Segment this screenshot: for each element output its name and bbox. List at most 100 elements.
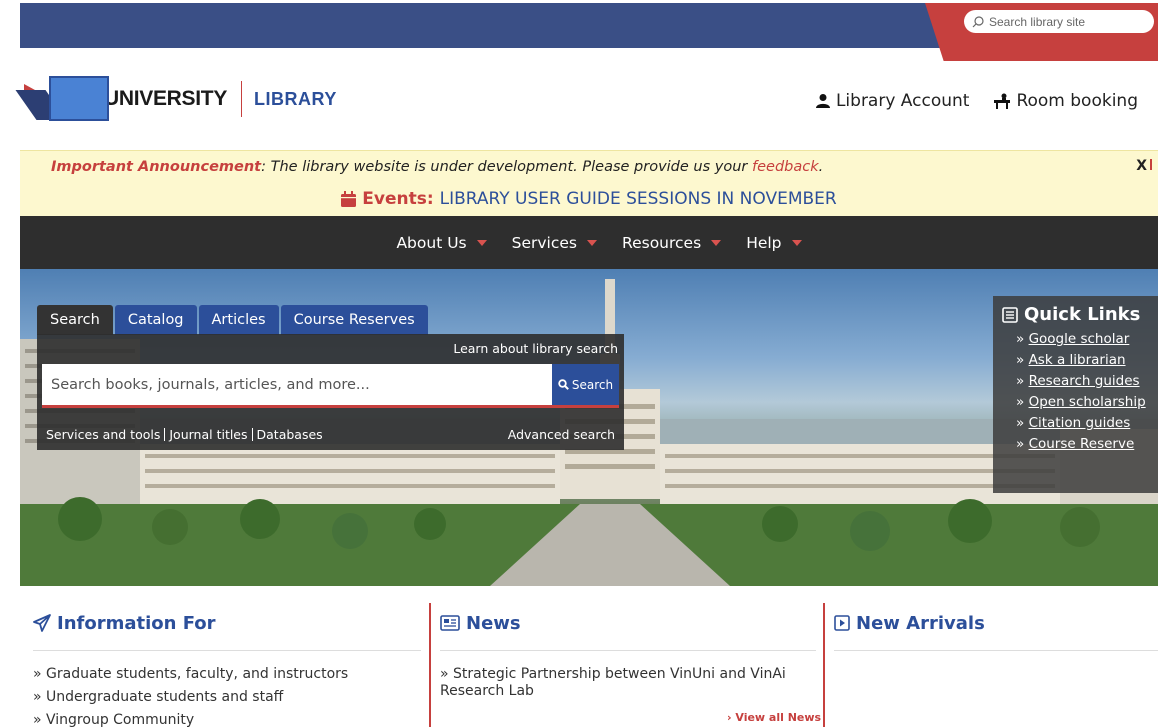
quick-link-label: Ask a librarian xyxy=(1028,352,1126,368)
quick-link-research-guides[interactable]: » Research guides xyxy=(1016,373,1158,389)
announcement-bar: Important Announcement : The library web… xyxy=(20,150,1158,182)
search-icon xyxy=(558,379,569,390)
column-divider xyxy=(823,603,825,727)
new-arrivals-section: New Arrivals xyxy=(834,603,1158,651)
news-item[interactable]: » Strategic Partnership between VinUni a… xyxy=(440,666,816,700)
info-item-label: Vingroup Community xyxy=(46,712,195,727)
quick-link-ask-librarian[interactable]: » Ask a librarian xyxy=(1016,352,1158,368)
nav-about-us-label: About Us xyxy=(396,233,467,252)
quick-link-label: Course Reserve xyxy=(1028,436,1135,452)
divider xyxy=(33,650,421,651)
announcement-label: Important Announcement xyxy=(51,158,262,175)
advanced-search-link[interactable]: Advanced search xyxy=(508,427,615,442)
logo-mark xyxy=(15,76,112,122)
quick-links-title-text: Quick Links xyxy=(1024,304,1141,325)
information-for-list: » Graduate students, faculty, and instru… xyxy=(33,666,421,727)
news-section: News » Strategic Partnership between Vin… xyxy=(440,603,816,706)
column-divider xyxy=(429,603,431,727)
events-label: Events: xyxy=(362,189,434,209)
caret-down-icon xyxy=(587,239,598,246)
view-all-news-link[interactable]: › View all News xyxy=(727,711,821,724)
logo-divider xyxy=(241,81,243,117)
search-button[interactable]: Search xyxy=(552,364,619,408)
library-account-link[interactable]: Library Account xyxy=(815,91,970,111)
databases-link[interactable]: Databases xyxy=(257,427,323,442)
news-list: » Strategic Partnership between VinUni a… xyxy=(440,666,816,700)
search-links: Services and tools Journal titles Databa… xyxy=(46,427,323,442)
events-link[interactable]: LIBRARY USER GUIDE SESSIONS IN NOVEMBER xyxy=(440,189,837,209)
library-search-input[interactable] xyxy=(42,364,552,408)
info-item-graduate[interactable]: » Graduate students, faculty, and instru… xyxy=(33,666,421,683)
calendar-icon xyxy=(341,191,357,207)
divider xyxy=(834,650,1158,651)
tab-catalog[interactable]: Catalog xyxy=(114,305,197,335)
news-title: News xyxy=(440,603,816,643)
quick-link-citation-guides[interactable]: » Citation guides xyxy=(1016,415,1158,431)
link-separator xyxy=(164,428,166,441)
paper-plane-icon xyxy=(33,614,51,632)
nav-resources-label: Resources xyxy=(622,233,702,252)
room-booking-label: Room booking xyxy=(1016,91,1138,111)
quick-link-course-reserve[interactable]: » Course Reserve xyxy=(1016,436,1158,452)
nav-services[interactable]: Services xyxy=(511,233,598,252)
room-booking-link[interactable]: Room booking xyxy=(993,91,1138,111)
announcement-text: : The library website is under developme… xyxy=(261,158,752,175)
new-arrivals-title: New Arrivals xyxy=(834,603,1158,643)
nav-services-label: Services xyxy=(511,233,578,252)
quick-link-label: Research guides xyxy=(1028,373,1140,389)
site-search-input[interactable]: Search library site xyxy=(964,10,1154,33)
view-all-news-label: View all News xyxy=(735,711,822,724)
quick-link-label: Citation guides xyxy=(1028,415,1131,431)
page: Search library site UNIVERSITY LIBRARY L… xyxy=(0,0,1158,727)
caret-down-icon xyxy=(791,239,802,246)
search-tabs: Search Catalog Articles Course Reserves xyxy=(37,305,430,335)
user-icon xyxy=(815,94,830,108)
tab-course-reserves[interactable]: Course Reserves xyxy=(280,305,428,335)
room-booking-icon xyxy=(994,93,1011,109)
information-for-title-text: Information For xyxy=(57,612,216,634)
logo-library-text: LIBRARY xyxy=(254,88,337,109)
journal-titles-link[interactable]: Journal titles xyxy=(169,427,247,442)
logo-text: UNIVERSITY xyxy=(104,87,228,110)
main-nav: About Us Services Resources Help xyxy=(20,216,1158,269)
information-for-title: Information For xyxy=(33,603,421,643)
search-button-label: Search xyxy=(571,377,614,392)
newspaper-icon xyxy=(440,615,460,631)
feedback-link[interactable]: feedback xyxy=(752,159,819,175)
announcement-close-button[interactable]: X xyxy=(1136,158,1152,174)
tab-articles[interactable]: Articles xyxy=(198,305,279,335)
info-item-label: Graduate students, faculty, and instruct… xyxy=(46,666,349,682)
caret-down-icon xyxy=(711,239,722,246)
list-icon xyxy=(1002,306,1018,323)
quick-link-label: Open scholarship xyxy=(1028,394,1146,410)
quick-link-label: Google scholar xyxy=(1028,331,1130,347)
services-tools-link[interactable]: Services and tools xyxy=(46,427,160,442)
info-item-vingroup[interactable]: » Vingroup Community xyxy=(33,712,421,727)
quick-links-title: Quick Links xyxy=(1002,304,1158,325)
link-separator xyxy=(251,428,253,441)
nav-help[interactable]: Help xyxy=(746,233,802,252)
search-panel: Learn about library search Search Servic… xyxy=(37,334,624,450)
site-search-placeholder: Search library site xyxy=(989,14,1086,29)
library-account-label: Library Account xyxy=(835,91,970,111)
information-for-section: Information For » Graduate students, fac… xyxy=(33,603,421,727)
university-logo[interactable]: UNIVERSITY LIBRARY xyxy=(15,75,337,123)
info-item-label: Undergraduate students and staff xyxy=(46,689,284,705)
nav-resources[interactable]: Resources xyxy=(622,233,722,252)
caret-down-icon xyxy=(476,239,487,246)
quick-links-panel: Quick Links » Google scholar » Ask a lib… xyxy=(993,296,1158,493)
nav-about-us[interactable]: About Us xyxy=(396,233,487,252)
quick-link-google-scholar[interactable]: » Google scholar xyxy=(1016,331,1158,347)
new-arrivals-title-text: New Arrivals xyxy=(856,612,985,634)
search-icon xyxy=(972,15,984,27)
info-item-undergraduate[interactable]: » Undergraduate students and staff xyxy=(33,689,421,706)
news-title-text: News xyxy=(466,612,521,634)
divider xyxy=(440,650,816,651)
play-square-icon xyxy=(834,615,850,631)
events-bar[interactable]: Events: LIBRARY USER GUIDE SESSIONS IN N… xyxy=(20,182,1158,216)
header-links: Library Account Room booking xyxy=(815,91,1138,111)
learn-about-search-link[interactable]: Learn about library search xyxy=(453,341,618,356)
nav-help-label: Help xyxy=(746,233,782,252)
quick-link-open-scholarship[interactable]: » Open scholarship xyxy=(1016,394,1158,410)
tab-search[interactable]: Search xyxy=(37,305,113,335)
